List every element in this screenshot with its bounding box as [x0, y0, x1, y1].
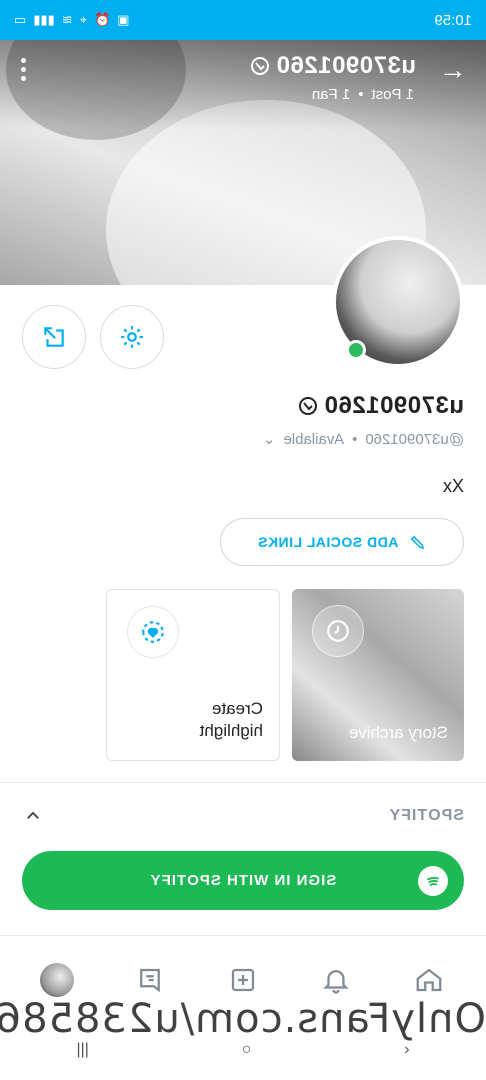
back-arrow-icon[interactable]: ← [438, 54, 468, 85]
online-status-dot [346, 340, 366, 360]
more-options-icon[interactable] [20, 58, 28, 81]
status-bar: 10:59 ▣ ⏰ ⌖ ≋ ▮▮▮ ▭ [0, 0, 486, 40]
location-icon: ⌖ [79, 12, 87, 27]
spotify-section-title: SPOTIFY [388, 807, 464, 824]
system-home-icon[interactable]: ○ [242, 1041, 252, 1059]
battery-icon: ▭ [14, 12, 27, 27]
spotify-icon [418, 865, 448, 896]
create-highlight-line2: highlight [199, 721, 263, 740]
bell-icon [323, 970, 349, 994]
page: 10:59 ▣ ⏰ ⌖ ≋ ▮▮▮ ▭ ← u370901260 1 Post … [0, 0, 486, 1080]
create-highlight-label: Create highlight [200, 698, 263, 742]
message-icon [139, 968, 160, 993]
posts-count: 1 Post [371, 86, 414, 103]
pencil-icon [411, 535, 425, 550]
stats-separator: • [358, 86, 364, 103]
home-icon [417, 968, 442, 992]
add-social-links-button[interactable]: ADD SOCIAL LINKS [220, 518, 464, 566]
sign-in-spotify-button[interactable]: SIGN IN WITH SPOTIFY [22, 851, 464, 910]
section-divider [0, 782, 486, 783]
bottom-navigation [0, 940, 486, 1020]
gear-icon [121, 326, 143, 348]
handle-row: @u370901260 • Available ⌄ [263, 430, 464, 449]
heart-circle-icon [127, 606, 179, 658]
nav-notifications[interactable] [312, 956, 360, 1004]
profile-name-row: u370901260 [298, 392, 464, 420]
nav-add-post[interactable] [219, 956, 267, 1004]
clock-icon [312, 605, 364, 657]
profile-name: u370901260 [324, 392, 464, 419]
chevron-down-icon[interactable]: ⌄ [263, 430, 276, 448]
social-links-label: ADD SOCIAL LINKS [257, 534, 399, 550]
wifi-icon: ≋ [61, 12, 73, 27]
notification-icon: ▣ [117, 12, 130, 27]
profile-handle: @u370901260 [365, 430, 464, 448]
add-post-icon [231, 968, 255, 992]
system-recents-icon[interactable]: ||| [76, 1041, 88, 1059]
system-back-icon[interactable]: ‹ [404, 1041, 409, 1059]
share-icon [44, 327, 64, 347]
nav-profile[interactable] [33, 956, 81, 1004]
profile-avatar-icon [39, 963, 74, 997]
verified-icon [299, 397, 318, 415]
verified-icon [251, 57, 270, 75]
handle-separator: • [352, 430, 358, 448]
alarm-icon: ⏰ [94, 12, 111, 27]
settings-button[interactable] [100, 305, 164, 369]
profile-bio: Xx [442, 476, 464, 496]
nav-home[interactable] [405, 956, 453, 1004]
nav-divider [0, 935, 486, 936]
spotify-section-header[interactable]: SPOTIFY [22, 805, 464, 827]
signal-icon: ▮▮▮ [33, 12, 55, 27]
share-button[interactable] [22, 305, 86, 369]
availability-dropdown[interactable]: Available [283, 431, 344, 448]
cover-display-name: u370901260 [250, 52, 416, 80]
story-archive-label: Story archive [348, 723, 448, 742]
story-archive-card[interactable]: Story archive [292, 589, 464, 761]
create-highlight-line1: Create [211, 699, 263, 718]
create-highlight-card[interactable]: Create highlight [106, 589, 280, 761]
sign-in-spotify-label: SIGN IN WITH SPOTIFY [149, 872, 337, 889]
mirrored-screen: 10:59 ▣ ⏰ ⌖ ≋ ▮▮▮ ▭ ← u370901260 1 Post … [0, 0, 486, 1080]
status-time: 10:59 [434, 11, 472, 29]
chevron-up-icon[interactable] [22, 805, 44, 827]
fans-count: 1 Fan [311, 86, 351, 103]
nav-messages[interactable] [126, 956, 174, 1004]
cover-stats: 1 Post • 1 Fan [312, 86, 414, 103]
system-navigation: ‹ ○ ||| [0, 1020, 486, 1080]
